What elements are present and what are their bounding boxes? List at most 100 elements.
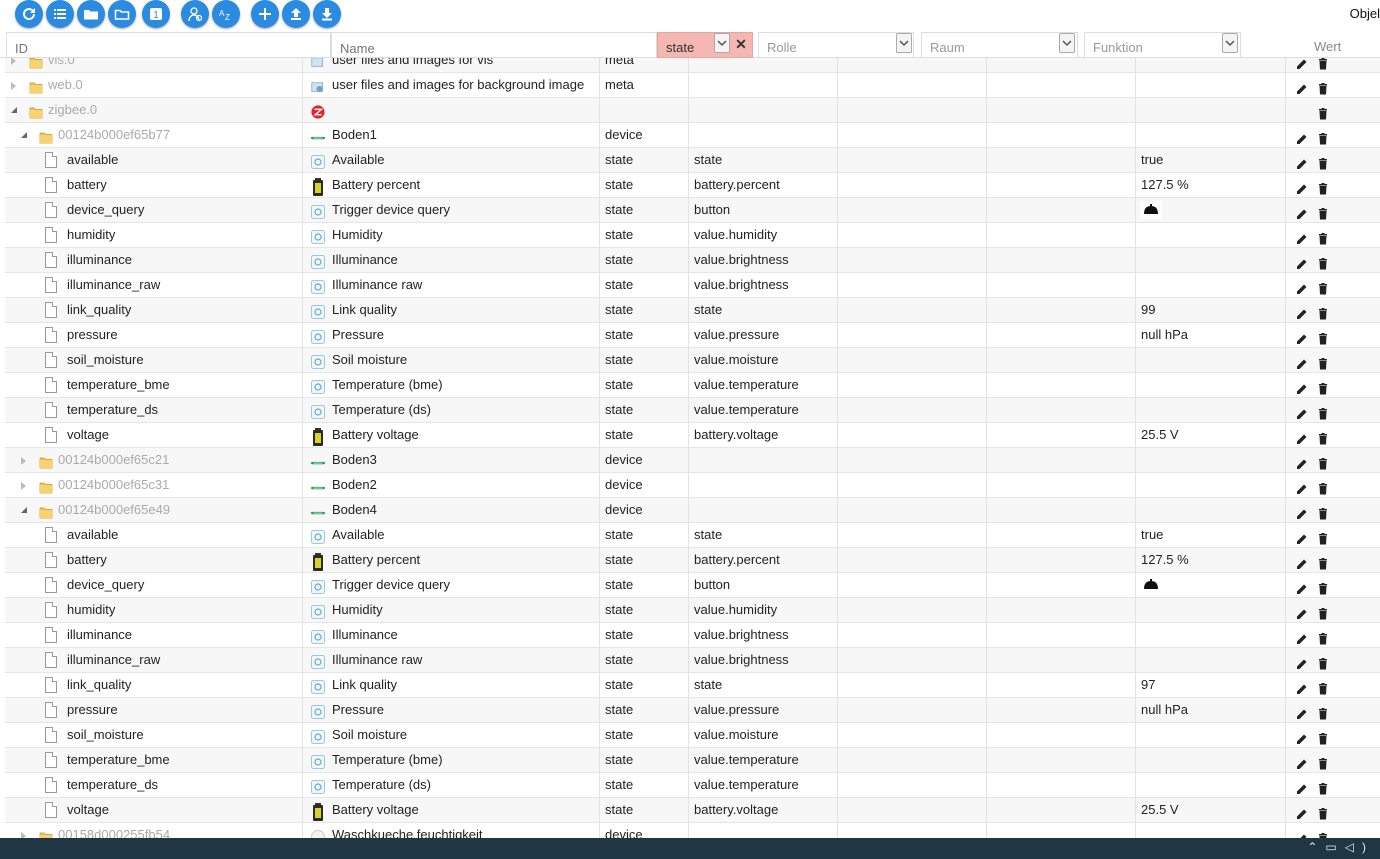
sort-az-button[interactable]: AZ: [212, 0, 240, 28]
room-filter-dropdown-button[interactable]: [1059, 33, 1075, 53]
edit-icon[interactable]: [1296, 579, 1308, 594]
tree-state-row[interactable]: temperature_bme Temperature (bme) state val…: [5, 748, 1380, 773]
tree-folder-row[interactable]: 00124b000ef65c21 Boden3 device: [5, 448, 1380, 473]
delete-icon[interactable]: [1317, 329, 1329, 345]
folder-button[interactable]: [77, 0, 105, 28]
type-filter-dropdown-button[interactable]: [714, 33, 730, 53]
bell-button-icon[interactable]: [1140, 201, 1162, 219]
value-cell[interactable]: [1136, 348, 1286, 373]
value-cell[interactable]: 99: [1136, 298, 1286, 323]
edit-icon[interactable]: [1296, 754, 1308, 769]
role-filter-select[interactable]: Rolle: [758, 32, 914, 58]
value-cell[interactable]: true: [1136, 148, 1286, 173]
edit-icon[interactable]: [1296, 729, 1308, 744]
delete-icon[interactable]: [1317, 379, 1329, 395]
edit-icon[interactable]: [1296, 279, 1308, 294]
refresh-button[interactable]: [15, 0, 43, 28]
tree-state-row[interactable]: voltage Battery voltage state battery.volta…: [5, 423, 1380, 448]
tree-state-row[interactable]: available Available state state true: [5, 148, 1380, 173]
edit-icon[interactable]: [1296, 204, 1308, 219]
function-filter-select[interactable]: Funktion: [1084, 32, 1241, 58]
tree-state-row[interactable]: illuminance_raw Illuminance raw state value…: [5, 648, 1380, 673]
value-cell[interactable]: [1136, 823, 1286, 838]
plus-button[interactable]: [251, 0, 279, 28]
expand-toggle-icon[interactable]: [21, 457, 26, 465]
edit-icon[interactable]: [1296, 404, 1308, 419]
chevron-up-icon[interactable]: ⌃: [1307, 840, 1325, 854]
tree-state-row[interactable]: illuminance_raw Illuminance raw state value…: [5, 273, 1380, 298]
room-filter-select[interactable]: Raum: [921, 32, 1078, 58]
edit-icon[interactable]: [1296, 304, 1308, 319]
value-cell[interactable]: [1136, 623, 1286, 648]
edit-icon[interactable]: [1296, 804, 1308, 819]
delete-icon[interactable]: [1317, 429, 1329, 445]
delete-icon[interactable]: [1317, 79, 1329, 95]
delete-icon[interactable]: [1317, 404, 1329, 420]
edit-icon[interactable]: [1296, 454, 1308, 469]
edit-icon[interactable]: [1296, 704, 1308, 719]
tree-state-row[interactable]: humidity Humidity state value.humidity: [5, 598, 1380, 623]
tree-state-row[interactable]: soil_moisture Soil moisture state value.moi…: [5, 348, 1380, 373]
id-filter-input[interactable]: [6, 32, 331, 58]
edit-icon[interactable]: [1296, 554, 1308, 569]
folder-outline-button[interactable]: [108, 0, 136, 28]
list-button[interactable]: [46, 0, 74, 28]
tree-state-row[interactable]: pressure Pressure state value.pressure null …: [5, 698, 1380, 723]
tree-folder-row[interactable]: zigbee.0: [5, 98, 1380, 123]
edit-icon[interactable]: [1296, 829, 1308, 838]
value-cell[interactable]: [1136, 648, 1286, 673]
tree-state-row[interactable]: humidity Humidity state value.humidity: [5, 223, 1380, 248]
tree-state-row[interactable]: link_quality Link quality state state 97: [5, 673, 1380, 698]
tree-state-row[interactable]: illuminance Illuminance state value.brightn…: [5, 623, 1380, 648]
value-cell[interactable]: null hPa: [1136, 323, 1286, 348]
edit-icon[interactable]: [1296, 354, 1308, 369]
delete-icon[interactable]: [1317, 629, 1329, 645]
value-cell[interactable]: [1136, 123, 1286, 148]
value-cell[interactable]: [1136, 98, 1286, 123]
value-cell[interactable]: [1136, 398, 1286, 423]
tree-state-row[interactable]: available Available state state true: [5, 523, 1380, 548]
tree-state-row[interactable]: battery Battery percent state battery.perce…: [5, 173, 1380, 198]
value-cell[interactable]: 97: [1136, 673, 1286, 698]
value-cell[interactable]: [1136, 598, 1286, 623]
delete-icon[interactable]: [1317, 529, 1329, 545]
tree-state-row[interactable]: soil_moisture Soil moisture state value.moi…: [5, 723, 1380, 748]
tree-state-row[interactable]: voltage Battery voltage state battery.volta…: [5, 798, 1380, 823]
edit-icon[interactable]: [1296, 429, 1308, 444]
value-cell[interactable]: [1136, 748, 1286, 773]
tree-state-row[interactable]: temperature_bme Temperature (bme) state val…: [5, 373, 1380, 398]
value-cell[interactable]: [1136, 373, 1286, 398]
value-cell[interactable]: true: [1136, 523, 1286, 548]
delete-icon[interactable]: [1317, 179, 1329, 195]
value-cell[interactable]: [1136, 448, 1286, 473]
edit-icon[interactable]: [1296, 79, 1308, 94]
network-icon[interactable]: ▭: [1325, 840, 1344, 854]
expand-toggle-icon[interactable]: [11, 58, 16, 65]
bell-button-icon[interactable]: [1140, 576, 1162, 594]
edit-icon[interactable]: [1296, 179, 1308, 194]
function-filter-dropdown-button[interactable]: [1222, 33, 1238, 53]
delete-icon[interactable]: [1317, 504, 1329, 520]
download-button[interactable]: [313, 0, 341, 28]
delete-icon[interactable]: [1317, 58, 1329, 70]
value-cell[interactable]: [1136, 223, 1286, 248]
value-cell[interactable]: [1136, 573, 1286, 598]
value-cell[interactable]: [1136, 498, 1286, 523]
edit-icon[interactable]: [1296, 329, 1308, 344]
tree-folder-row[interactable]: 00158d000255fb54 Waschkueche feuchtigkeit…: [5, 823, 1380, 838]
tree-state-row[interactable]: device_query Trigger device query state but…: [5, 573, 1380, 598]
tree-state-row[interactable]: battery Battery percent state battery.perce…: [5, 548, 1380, 573]
delete-icon[interactable]: [1317, 354, 1329, 370]
tree-folder-row[interactable]: 00124b000ef65b77 Boden1 device: [5, 123, 1380, 148]
tree-state-row[interactable]: temperature_ds Temperature (ds) state value…: [5, 398, 1380, 423]
delete-icon[interactable]: [1317, 129, 1329, 145]
tree-state-row[interactable]: pressure Pressure state value.pressure null …: [5, 323, 1380, 348]
value-cell[interactable]: [1136, 773, 1286, 798]
value-cell[interactable]: [1136, 58, 1286, 73]
edit-icon[interactable]: [1296, 254, 1308, 269]
delete-icon[interactable]: [1317, 604, 1329, 620]
tree-state-row[interactable]: temperature_ds Temperature (ds) state value…: [5, 773, 1380, 798]
edit-icon[interactable]: [1296, 379, 1308, 394]
edit-icon[interactable]: [1296, 604, 1308, 619]
delete-icon[interactable]: [1317, 779, 1329, 795]
